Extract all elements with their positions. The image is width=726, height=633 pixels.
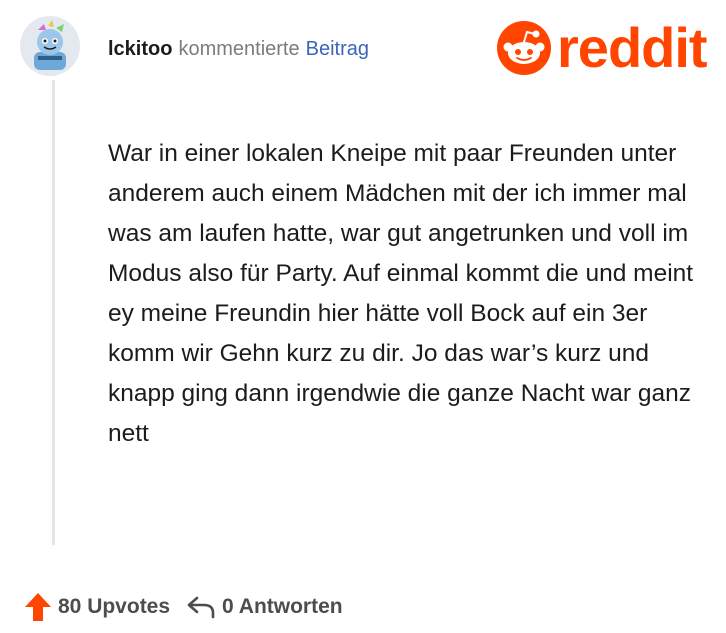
post-link[interactable]: Beitrag	[306, 38, 369, 61]
comment-body: War in einer lokalen Kneipe mit paar Fre…	[108, 140, 694, 447]
reddit-logo: reddit	[497, 16, 711, 80]
reddit-wordmark: reddit	[557, 16, 708, 79]
upvote-button[interactable]: 80 Upvotes	[24, 592, 170, 622]
replies-button[interactable]: 0 Antworten	[186, 595, 343, 619]
thread-line	[52, 80, 55, 545]
username[interactable]: lckitoo	[108, 38, 172, 61]
reply-count: 0 Antworten	[222, 595, 343, 618]
upvote-arrow-icon	[25, 593, 51, 621]
comment-header: lckitoo kommentierte Beitrag	[108, 34, 369, 64]
avatar[interactable]	[20, 16, 80, 76]
action-text: kommentierte	[178, 37, 300, 60]
avatar-icon	[20, 16, 80, 76]
reply-arrow-icon	[187, 596, 215, 619]
upvote-count: 80 Upvotes	[58, 595, 171, 618]
reddit-snoo-icon	[497, 21, 551, 75]
comment-footer: 80 Upvotes 0 Antworten	[24, 590, 343, 624]
